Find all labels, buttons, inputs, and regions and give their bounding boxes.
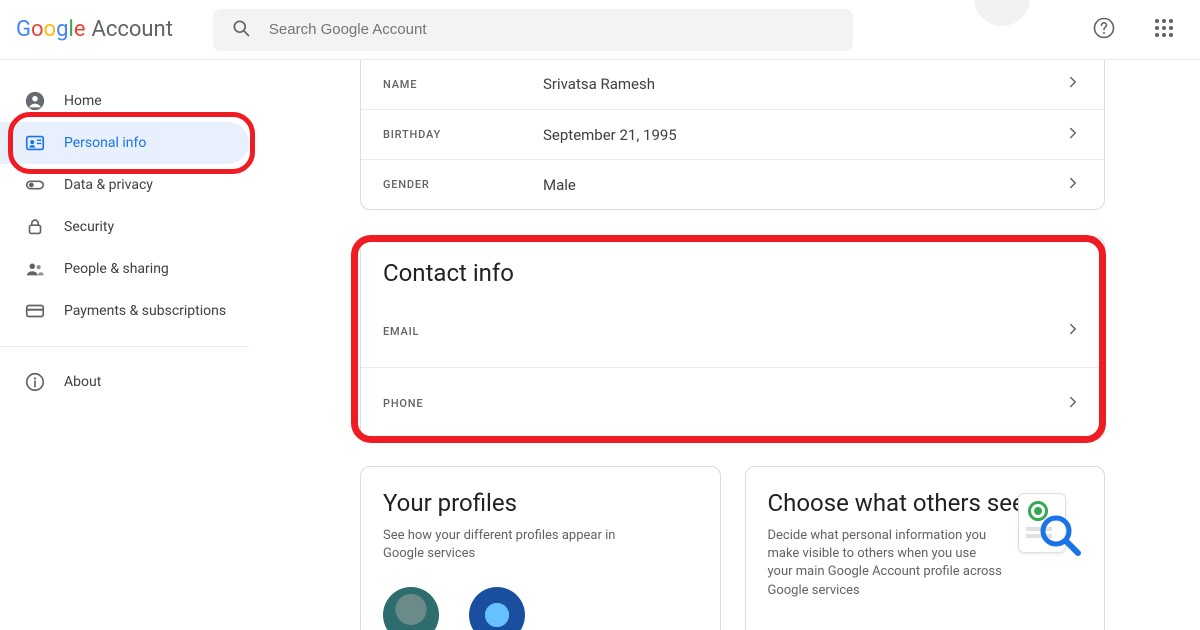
- card-icon: [24, 300, 46, 322]
- logo-letter: e: [74, 17, 86, 42]
- search-bar[interactable]: [213, 9, 853, 51]
- row-phone[interactable]: PHONE: [361, 367, 1104, 439]
- logo-letter: G: [16, 17, 31, 42]
- toggle-icon: [24, 174, 46, 196]
- sidebar-item-people-sharing[interactable]: People & sharing: [0, 248, 249, 290]
- people-icon: [24, 258, 46, 280]
- row-label: NAME: [383, 78, 543, 91]
- sidebar: Home Personal info Data & privacy Securi…: [0, 60, 265, 630]
- sidebar-item-label: People & sharing: [64, 261, 169, 277]
- contact-info-card: Contact info EMAIL PHONE: [360, 236, 1105, 440]
- logo-letter: o: [44, 17, 57, 42]
- profile-visibility-illustration: [1010, 489, 1082, 561]
- choose-what-others-see-card[interactable]: Choose what others see Decide what perso…: [745, 466, 1106, 630]
- row-label: EMAIL: [383, 325, 543, 338]
- sidebar-item-personal-info[interactable]: Personal info: [0, 122, 249, 164]
- search-input[interactable]: [269, 21, 835, 38]
- row-value: Male: [543, 176, 1064, 194]
- divider: [0, 346, 249, 347]
- profile-avatar[interactable]: [469, 587, 525, 630]
- info-icon: [24, 371, 46, 393]
- row-label: GENDER: [383, 178, 543, 191]
- search-icon: [231, 18, 251, 42]
- chevron-right-icon: [1064, 393, 1082, 415]
- card-description: See how your different profiles appear i…: [383, 527, 619, 563]
- sidebar-item-label: Payments & subscriptions: [64, 303, 226, 319]
- apps-button[interactable]: [1144, 10, 1184, 50]
- row-gender[interactable]: GENDER Male: [361, 159, 1104, 209]
- card-description: Decide what personal information you mak…: [768, 527, 1003, 600]
- sidebar-item-label: Security: [64, 219, 114, 235]
- sidebar-item-home[interactable]: Home: [0, 80, 249, 122]
- sidebar-item-about[interactable]: About: [0, 361, 249, 403]
- lock-icon: [24, 216, 46, 238]
- logo-letter: g: [56, 17, 68, 42]
- basic-info-card: NAME Srivatsa Ramesh BIRTHDAY September …: [360, 60, 1105, 210]
- logo-letter: o: [31, 17, 44, 42]
- your-profiles-card[interactable]: Your profiles See how your different pro…: [360, 466, 721, 630]
- profile-avatar[interactable]: [383, 587, 439, 630]
- section-title: Contact info: [361, 237, 1104, 295]
- row-birthday[interactable]: BIRTHDAY September 21, 1995: [361, 109, 1104, 159]
- id-card-icon: [24, 132, 46, 154]
- sidebar-item-data-privacy[interactable]: Data & privacy: [0, 164, 249, 206]
- magnifier-icon: [1038, 513, 1082, 561]
- chevron-right-icon: [1064, 73, 1082, 95]
- apps-grid-icon: [1154, 18, 1174, 42]
- row-email[interactable]: EMAIL: [361, 295, 1104, 367]
- sidebar-item-label: About: [64, 374, 101, 390]
- card-title: Your profiles: [383, 489, 698, 517]
- chevron-right-icon: [1064, 320, 1082, 342]
- logo[interactable]: Google Account: [16, 17, 173, 42]
- row-label: BIRTHDAY: [383, 128, 543, 141]
- chevron-right-icon: [1064, 174, 1082, 196]
- row-label: PHONE: [383, 397, 543, 410]
- sidebar-item-label: Home: [64, 93, 102, 109]
- logo-suffix: Account: [91, 17, 172, 42]
- sidebar-item-label: Data & privacy: [64, 177, 153, 193]
- sidebar-item-label: Personal info: [64, 135, 146, 151]
- sidebar-item-security[interactable]: Security: [0, 206, 249, 248]
- chevron-right-icon: [1064, 124, 1082, 146]
- row-name[interactable]: NAME Srivatsa Ramesh: [361, 60, 1104, 109]
- row-value: Srivatsa Ramesh: [543, 75, 1064, 93]
- row-value: September 21, 1995: [543, 126, 1064, 144]
- help-button[interactable]: [1084, 10, 1124, 50]
- user-circle-icon: [24, 90, 46, 112]
- sidebar-item-payments[interactable]: Payments & subscriptions: [0, 290, 249, 332]
- help-icon: [1092, 16, 1116, 44]
